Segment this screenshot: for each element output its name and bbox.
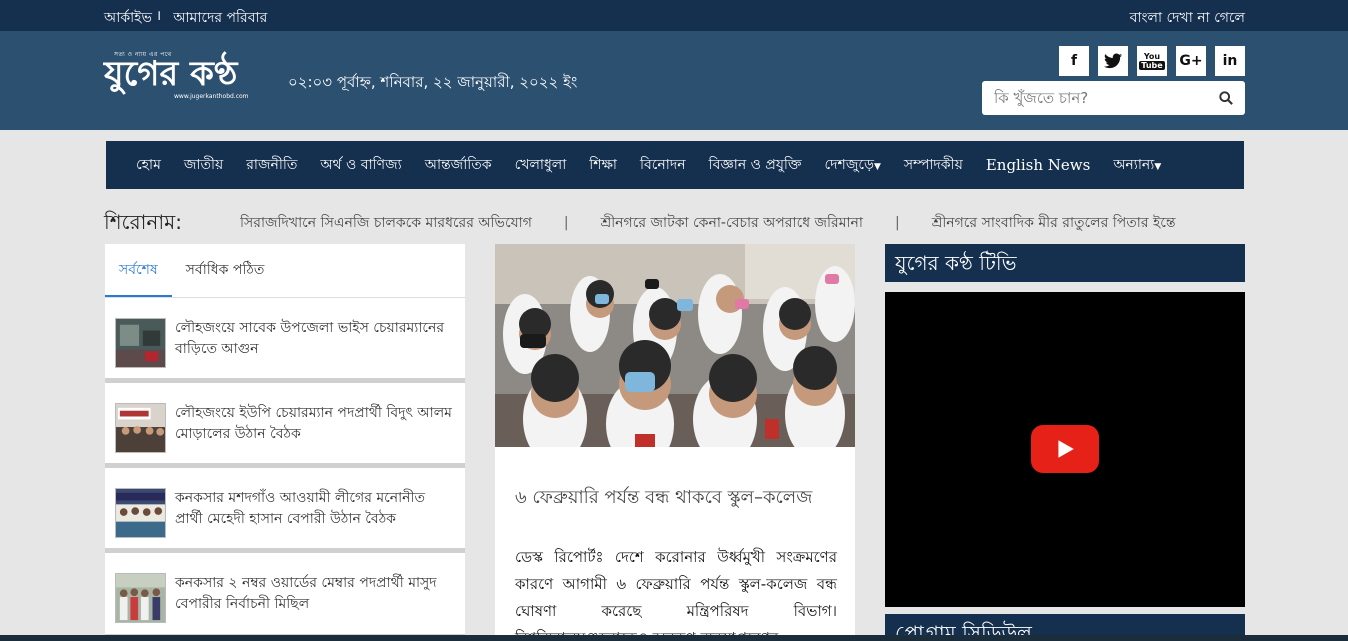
ticker-separator: |	[894, 215, 900, 231]
current-datetime: ০২:০৩ পূর্বাহ্ন, শনিবার, ২২ জানুয়ারী, ২…	[288, 73, 578, 91]
news-title: লৌহজংয়ে ইউপি চেয়ারম্যান পদপ্রার্থী বিদ…	[175, 405, 452, 442]
featured-image[interactable]	[495, 244, 855, 447]
news-thumbnail	[115, 318, 166, 368]
nav-item-editorial[interactable]: সম্পাদকীয়	[904, 153, 963, 177]
nav-others-label: অন্যান্য	[1113, 157, 1155, 173]
nav-item-sports[interactable]: খেলাধুলা	[515, 153, 567, 177]
ticker-item[interactable]: সিরাজদিখানে সিএনজি চালককে মারধরের অভিযোগ	[240, 215, 532, 231]
nav-item-politics[interactable]: রাজনীতি	[246, 153, 297, 177]
google-plus-glyph: G+	[1179, 53, 1203, 69]
family-link[interactable]: আমাদের পরিবার	[173, 6, 267, 30]
search-box	[982, 81, 1245, 115]
social-links: f You Tube G+ in	[1059, 46, 1245, 76]
list-item[interactable]: কনকসার ২ নম্বর ওয়ার্ডের মেম্বার পদপ্রার…	[105, 553, 465, 639]
nav-item-science[interactable]: বিজ্ঞান ও প্রযুক্তি	[709, 153, 802, 177]
youtube-icon[interactable]: You Tube	[1137, 46, 1167, 76]
news-thumbnail	[115, 403, 166, 453]
caret-down-icon: ▼	[1154, 162, 1162, 172]
nav-item-national[interactable]: জাতীয়	[184, 153, 223, 177]
nav-item-international[interactable]: আন্তর্জাতিক	[425, 153, 492, 177]
headline-ticker: শিরোনাম: সিরাজদিখানে সিএনজি চালককে মারধর…	[104, 206, 1245, 236]
nav-item-others[interactable]: অন্যান্য▼	[1113, 153, 1161, 177]
top-links-separator: ।	[155, 8, 162, 24]
news-thumbnail	[115, 488, 166, 538]
nav-item-entertainment[interactable]: বিনোদন	[640, 153, 686, 177]
ticker-items: সিরাজদিখানে সিএনজি চালককে মারধরের অভিযোগ…	[240, 211, 1240, 235]
latest-news-panel: সর্বশেষ সর্বাধিক পঠিত লৌহজংয়ে সাবেক উপজ…	[105, 244, 465, 641]
twitter-bird-icon	[1104, 53, 1122, 69]
list-item[interactable]: লৌহজংয়ে সাবেক উপজেলা ভাইস চেয়ারম্যানের…	[105, 298, 465, 383]
nav-country-label: দেশজুড়ে	[824, 157, 874, 173]
play-icon	[1058, 440, 1074, 458]
google-plus-icon[interactable]: G+	[1176, 46, 1206, 76]
site-header: সত্য ও ন্যায় এর পথে যুগের কণ্ঠ www.juge…	[0, 31, 1348, 130]
main-nav: হোম জাতীয় রাজনীতি অর্থ ও বাণিজ্য আন্তর্…	[106, 141, 1244, 189]
linkedin-icon[interactable]: in	[1215, 46, 1245, 76]
tab-most-read[interactable]: সর্বাধিক পঠিত	[172, 244, 279, 297]
ticker-separator: |	[563, 215, 569, 231]
caret-down-icon: ▼	[873, 162, 881, 172]
horizontal-scrollbar[interactable]	[0, 635, 1348, 641]
font-help-link[interactable]: বাংলা দেখা না গেলে	[1130, 6, 1245, 30]
list-item[interactable]: কনকসার মশদগাঁও আওয়ামী লীগের মনোনীত প্রা…	[105, 468, 465, 553]
top-bar: আর্কাইভ । আমাদের পরিবার বাংলা দেখা না গে…	[0, 0, 1348, 31]
logo-name: যুগের কণ্ঠ	[104, 54, 238, 94]
site-logo[interactable]: সত্য ও ন্যায় এর পথে যুগের কণ্ঠ www.juge…	[104, 49, 276, 103]
nav-item-education[interactable]: শিক্ষা	[589, 153, 617, 177]
ticker-label: শিরোনাম:	[104, 210, 182, 234]
nav-item-english[interactable]: English News	[986, 156, 1090, 174]
search-input[interactable]	[982, 81, 1207, 115]
news-thumbnail	[115, 573, 166, 623]
ticker-item[interactable]: শ্রীনগরে জাটকা কেনা-বেচার অপরাধে জরিমানা	[601, 215, 863, 231]
play-button[interactable]	[1031, 425, 1099, 473]
logo-url: www.jugerkanthobd.com	[174, 93, 249, 100]
youtube-you: You	[1143, 52, 1161, 61]
top-links: আর্কাইভ । আমাদের পরিবার	[104, 6, 267, 30]
twitter-icon[interactable]	[1098, 46, 1128, 76]
tv-panel: যুগের কণ্ঠ টিভি প্রোগ্রাম সিডিউল	[885, 244, 1245, 641]
nav-item-country[interactable]: দেশজুড়ে▼	[825, 153, 881, 177]
featured-article: ৬ ফেব্রুয়ারি পর্যন্ত বন্ধ থাকবে স্কুল–ক…	[495, 244, 855, 641]
tv-title: যুগের কণ্ঠ টিভি	[885, 244, 1245, 282]
archive-link[interactable]: আর্কাইভ	[104, 6, 152, 30]
facebook-icon[interactable]: f	[1059, 46, 1089, 76]
youtube-tube: Tube	[1139, 61, 1165, 70]
featured-body: ডেস্ক রিপোর্টঃ দেশে করোনার উর্ধ্বমুখী সং…	[515, 548, 837, 641]
facebook-glyph: f	[1070, 53, 1078, 69]
news-tabs: সর্বশেষ সর্বাধিক পঠিত	[105, 244, 465, 298]
news-title: কনকসার ২ নম্বর ওয়ার্ডের মেম্বার পদপ্রার…	[175, 575, 437, 612]
search-icon[interactable]	[1207, 81, 1245, 115]
video-player[interactable]	[885, 292, 1245, 607]
tab-latest[interactable]: সর্বশেষ	[105, 244, 172, 297]
nav-item-business[interactable]: অর্থ ও বাণিজ্য	[320, 153, 401, 177]
featured-title[interactable]: ৬ ফেব্রুয়ারি পর্যন্ত বন্ধ থাকবে স্কুল–ক…	[515, 485, 825, 511]
linkedin-glyph: in	[1222, 53, 1238, 69]
nav-item-home[interactable]: হোম	[136, 153, 161, 177]
news-title: কনকসার মশদগাঁও আওয়ামী লীগের মনোনীত প্রা…	[175, 490, 426, 527]
news-title: লৌহজংয়ে সাবেক উপজেলা ভাইস চেয়ারম্যানের…	[175, 320, 445, 357]
list-item[interactable]: লৌহজংয়ে ইউপি চেয়ারম্যান পদপ্রার্থী বিদ…	[105, 383, 465, 468]
ticker-item[interactable]: শ্রীনগরে সাংবাদিক মীর রাতুলের পিতার ইন্ত…	[932, 215, 1176, 231]
